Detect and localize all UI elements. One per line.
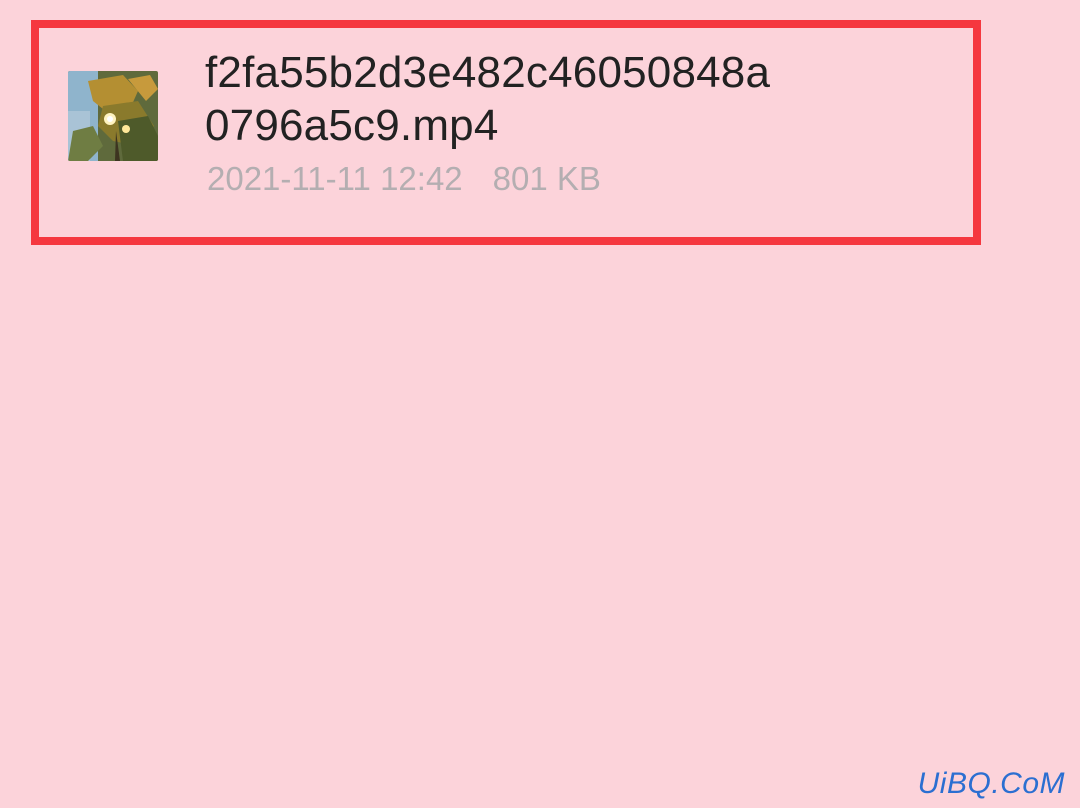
file-meta: 2021-11-11 12:42 801 KB [207, 159, 601, 199]
svg-text:UiBQ.CoM: UiBQ.CoM [918, 767, 1065, 800]
file-name-line-2: 0796a5c9.mp4 [205, 101, 499, 150]
file-date: 2021-11-11 12:42 [207, 160, 463, 197]
watermark-logo: UiBQ.CoM [907, 762, 1067, 802]
file-list-item-highlighted[interactable]: f2fa55b2d3e482c46050848a 0796a5c9.mp4 20… [31, 20, 981, 245]
video-thumbnail-icon[interactable] [68, 71, 158, 161]
file-name: f2fa55b2d3e482c46050848a 0796a5c9.mp4 [205, 46, 925, 152]
file-name-line-1: f2fa55b2d3e482c46050848a [205, 48, 771, 97]
file-size: 801 KB [492, 160, 601, 197]
